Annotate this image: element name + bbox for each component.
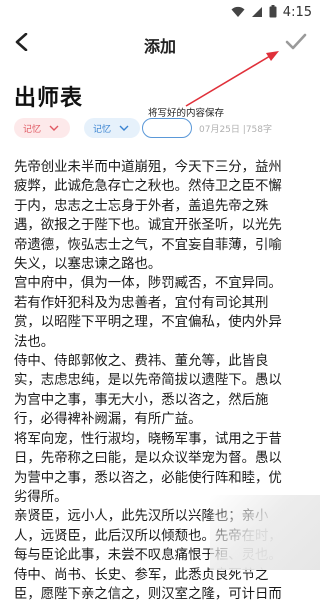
battery-icon bbox=[269, 3, 277, 22]
content-line: 行，必得裨补阙漏，有所广益。 bbox=[14, 412, 202, 428]
signal-icon bbox=[251, 3, 263, 22]
content-line: 侍中、侍郎郭攸之、费祎、董允等，此皆良 bbox=[14, 354, 269, 370]
highlight-box bbox=[142, 118, 192, 138]
chevron-down-icon bbox=[119, 125, 129, 131]
content-line: 法也。 bbox=[14, 334, 55, 350]
content-line: 遇，欲报之于陛下也。诚宜开张圣听，以光先 bbox=[14, 218, 282, 234]
tag-dropdown-blue[interactable]: 记忆 bbox=[84, 118, 140, 138]
annotation-text: 将写好的内容保存 bbox=[148, 108, 225, 119]
content-line: 实，志虑忠纯，是以先帝简拔以遗陛下。愚以 bbox=[14, 373, 282, 389]
content-line: 疲弊，此诚危急存亡之秋也。然侍卫之臣不懈 bbox=[14, 179, 282, 195]
status-bar: 4:15 bbox=[0, 0, 320, 24]
content-line: 若有作奸犯科及为忠善者，宜付有司论其刑 bbox=[14, 295, 269, 311]
content-line: 于内，忠志之士忘身于外者，盖追先帝之殊 bbox=[14, 198, 269, 214]
tag-dropdown-red[interactable]: 记忆 bbox=[14, 118, 70, 138]
document-title: 出师表 bbox=[14, 86, 84, 111]
content-line: 日，先帝称之曰能，是以众议举宠为督。愚以 bbox=[14, 451, 282, 467]
tag-label: 记忆 bbox=[23, 124, 42, 135]
content-line: 将军向宠，性行淑均，晓畅军事，试用之于昔 bbox=[14, 431, 282, 447]
content-line: 为宫中之事，事无大小，悉以咨之，然后施 bbox=[14, 392, 269, 408]
content-line: 帝遗德，恢弘志士之气，不宜妄自菲薄，引喻 bbox=[14, 237, 282, 253]
save-check-button[interactable] bbox=[284, 32, 308, 56]
check-icon bbox=[285, 33, 307, 55]
chevron-down-icon bbox=[49, 125, 59, 131]
document-date: 07月25日 bbox=[199, 125, 240, 135]
app-bar: 添加 bbox=[0, 24, 320, 64]
status-icons: 4:15 bbox=[231, 4, 312, 20]
content-line: 为营中之事，悉以咨之，必能使行阵和睦，优 bbox=[14, 470, 282, 486]
document-meta: 07月25日 |758字 bbox=[199, 122, 272, 135]
wifi-icon bbox=[231, 3, 245, 22]
content-line: 赏，以昭陛下平明之理，不宜偏私，使内外异 bbox=[14, 315, 282, 331]
corner-shade bbox=[210, 495, 320, 570]
meta-row: 记忆 记忆 07月25日 |758字 bbox=[14, 118, 314, 140]
content-line: 先帝创业未半而中道崩殂，今天下三分，益州 bbox=[14, 160, 282, 175]
document-char-count: 758字 bbox=[245, 125, 273, 135]
tag-label: 记忆 bbox=[93, 124, 112, 135]
page-title: 添加 bbox=[143, 37, 176, 56]
status-time: 4:15 bbox=[282, 4, 312, 20]
content-line: 失义，以塞忠谏之路也。 bbox=[14, 257, 162, 273]
content-line: 臣，愿陛下亲之信之，则汉室之隆，可计日而 bbox=[14, 586, 282, 602]
content-line: 宫中府中，俱为一体，陟罚臧否，不宜异同。 bbox=[14, 276, 282, 292]
